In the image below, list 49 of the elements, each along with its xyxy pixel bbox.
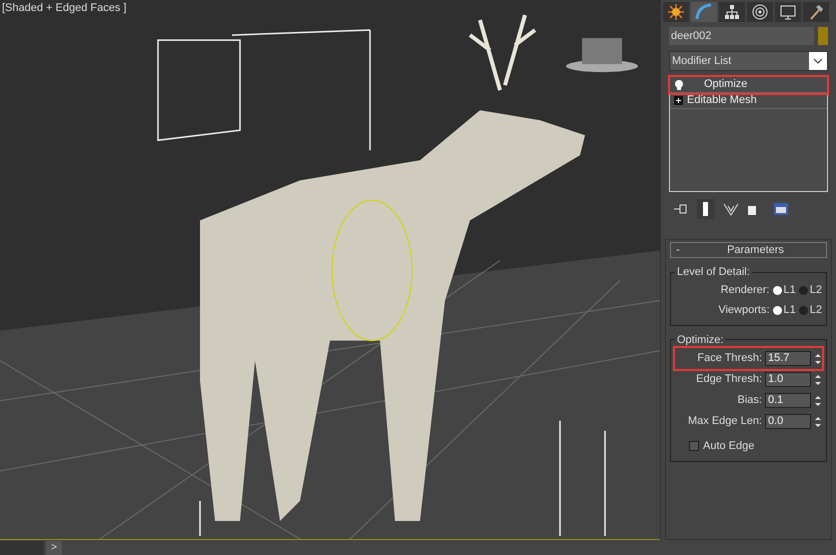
bar-icon[interactable] xyxy=(697,199,715,219)
command-field[interactable] xyxy=(0,540,44,554)
sun-icon xyxy=(668,4,684,20)
hammer-icon xyxy=(808,4,824,20)
expand-button[interactable]: > xyxy=(46,540,62,554)
option-label: Renderer: xyxy=(720,283,770,298)
panel-tab[interactable] xyxy=(719,2,745,22)
chevron-down-icon xyxy=(809,52,827,70)
spinner-arrows-icon[interactable] xyxy=(814,394,822,408)
pin-icon[interactable] xyxy=(673,202,689,216)
funnel-icon[interactable] xyxy=(723,202,739,216)
color-swatch[interactable] xyxy=(818,27,828,45)
stack-item[interactable]: Editable Mesh xyxy=(670,93,827,109)
radio-option[interactable]: L2 xyxy=(798,282,822,299)
radio-option[interactable]: L1 xyxy=(772,282,796,299)
stack-item[interactable]: Optimize xyxy=(670,77,827,93)
radio-option[interactable]: L2 xyxy=(798,302,822,319)
curve-icon xyxy=(695,3,713,21)
plus-icon[interactable] xyxy=(674,96,683,105)
field-label: Edge Thresh: xyxy=(696,372,762,388)
auto-edge-checkbox[interactable]: Auto Edge xyxy=(689,438,822,454)
group-title: Level of Detail: xyxy=(676,265,751,280)
panel-tab[interactable] xyxy=(775,2,801,22)
rollout-header[interactable]: - Parameters xyxy=(670,242,827,258)
group-title: Optimize: xyxy=(676,332,724,348)
panel-tab[interactable] xyxy=(747,2,773,22)
spinner-field[interactable]: 1.0 xyxy=(765,372,811,387)
modifier-list-dropdown[interactable]: Modifier List xyxy=(669,51,828,71)
panel-tab[interactable] xyxy=(663,2,689,22)
viewport-label[interactable]: [Shaded + Edged Faces ] xyxy=(2,0,126,16)
radio-option[interactable]: L1 xyxy=(772,302,796,319)
spinner-field[interactable]: 15.7 xyxy=(765,351,811,366)
spinner-arrows-icon[interactable] xyxy=(814,414,822,428)
lightbulb-icon[interactable] xyxy=(674,78,684,90)
configure-icon[interactable] xyxy=(773,202,789,216)
dropdown-label: Modifier List xyxy=(671,54,732,69)
hierarchy-icon xyxy=(724,4,740,20)
spinner-arrows-icon[interactable] xyxy=(814,372,822,386)
field-label: Bias: xyxy=(738,393,762,408)
option-label: Viewports: xyxy=(718,303,770,318)
monitor-icon xyxy=(780,4,796,20)
spinner-arrows-icon[interactable] xyxy=(814,352,822,366)
field-label: Face Thresh: xyxy=(697,351,762,366)
object-name-field[interactable]: deer002 xyxy=(669,27,814,45)
panel-tab[interactable] xyxy=(803,2,829,22)
spinner-field[interactable]: 0.1 xyxy=(765,393,811,408)
target-icon xyxy=(752,4,768,20)
spinner-field[interactable]: 0.0 xyxy=(765,414,811,429)
field-label: Max Edge Len: xyxy=(688,414,762,430)
